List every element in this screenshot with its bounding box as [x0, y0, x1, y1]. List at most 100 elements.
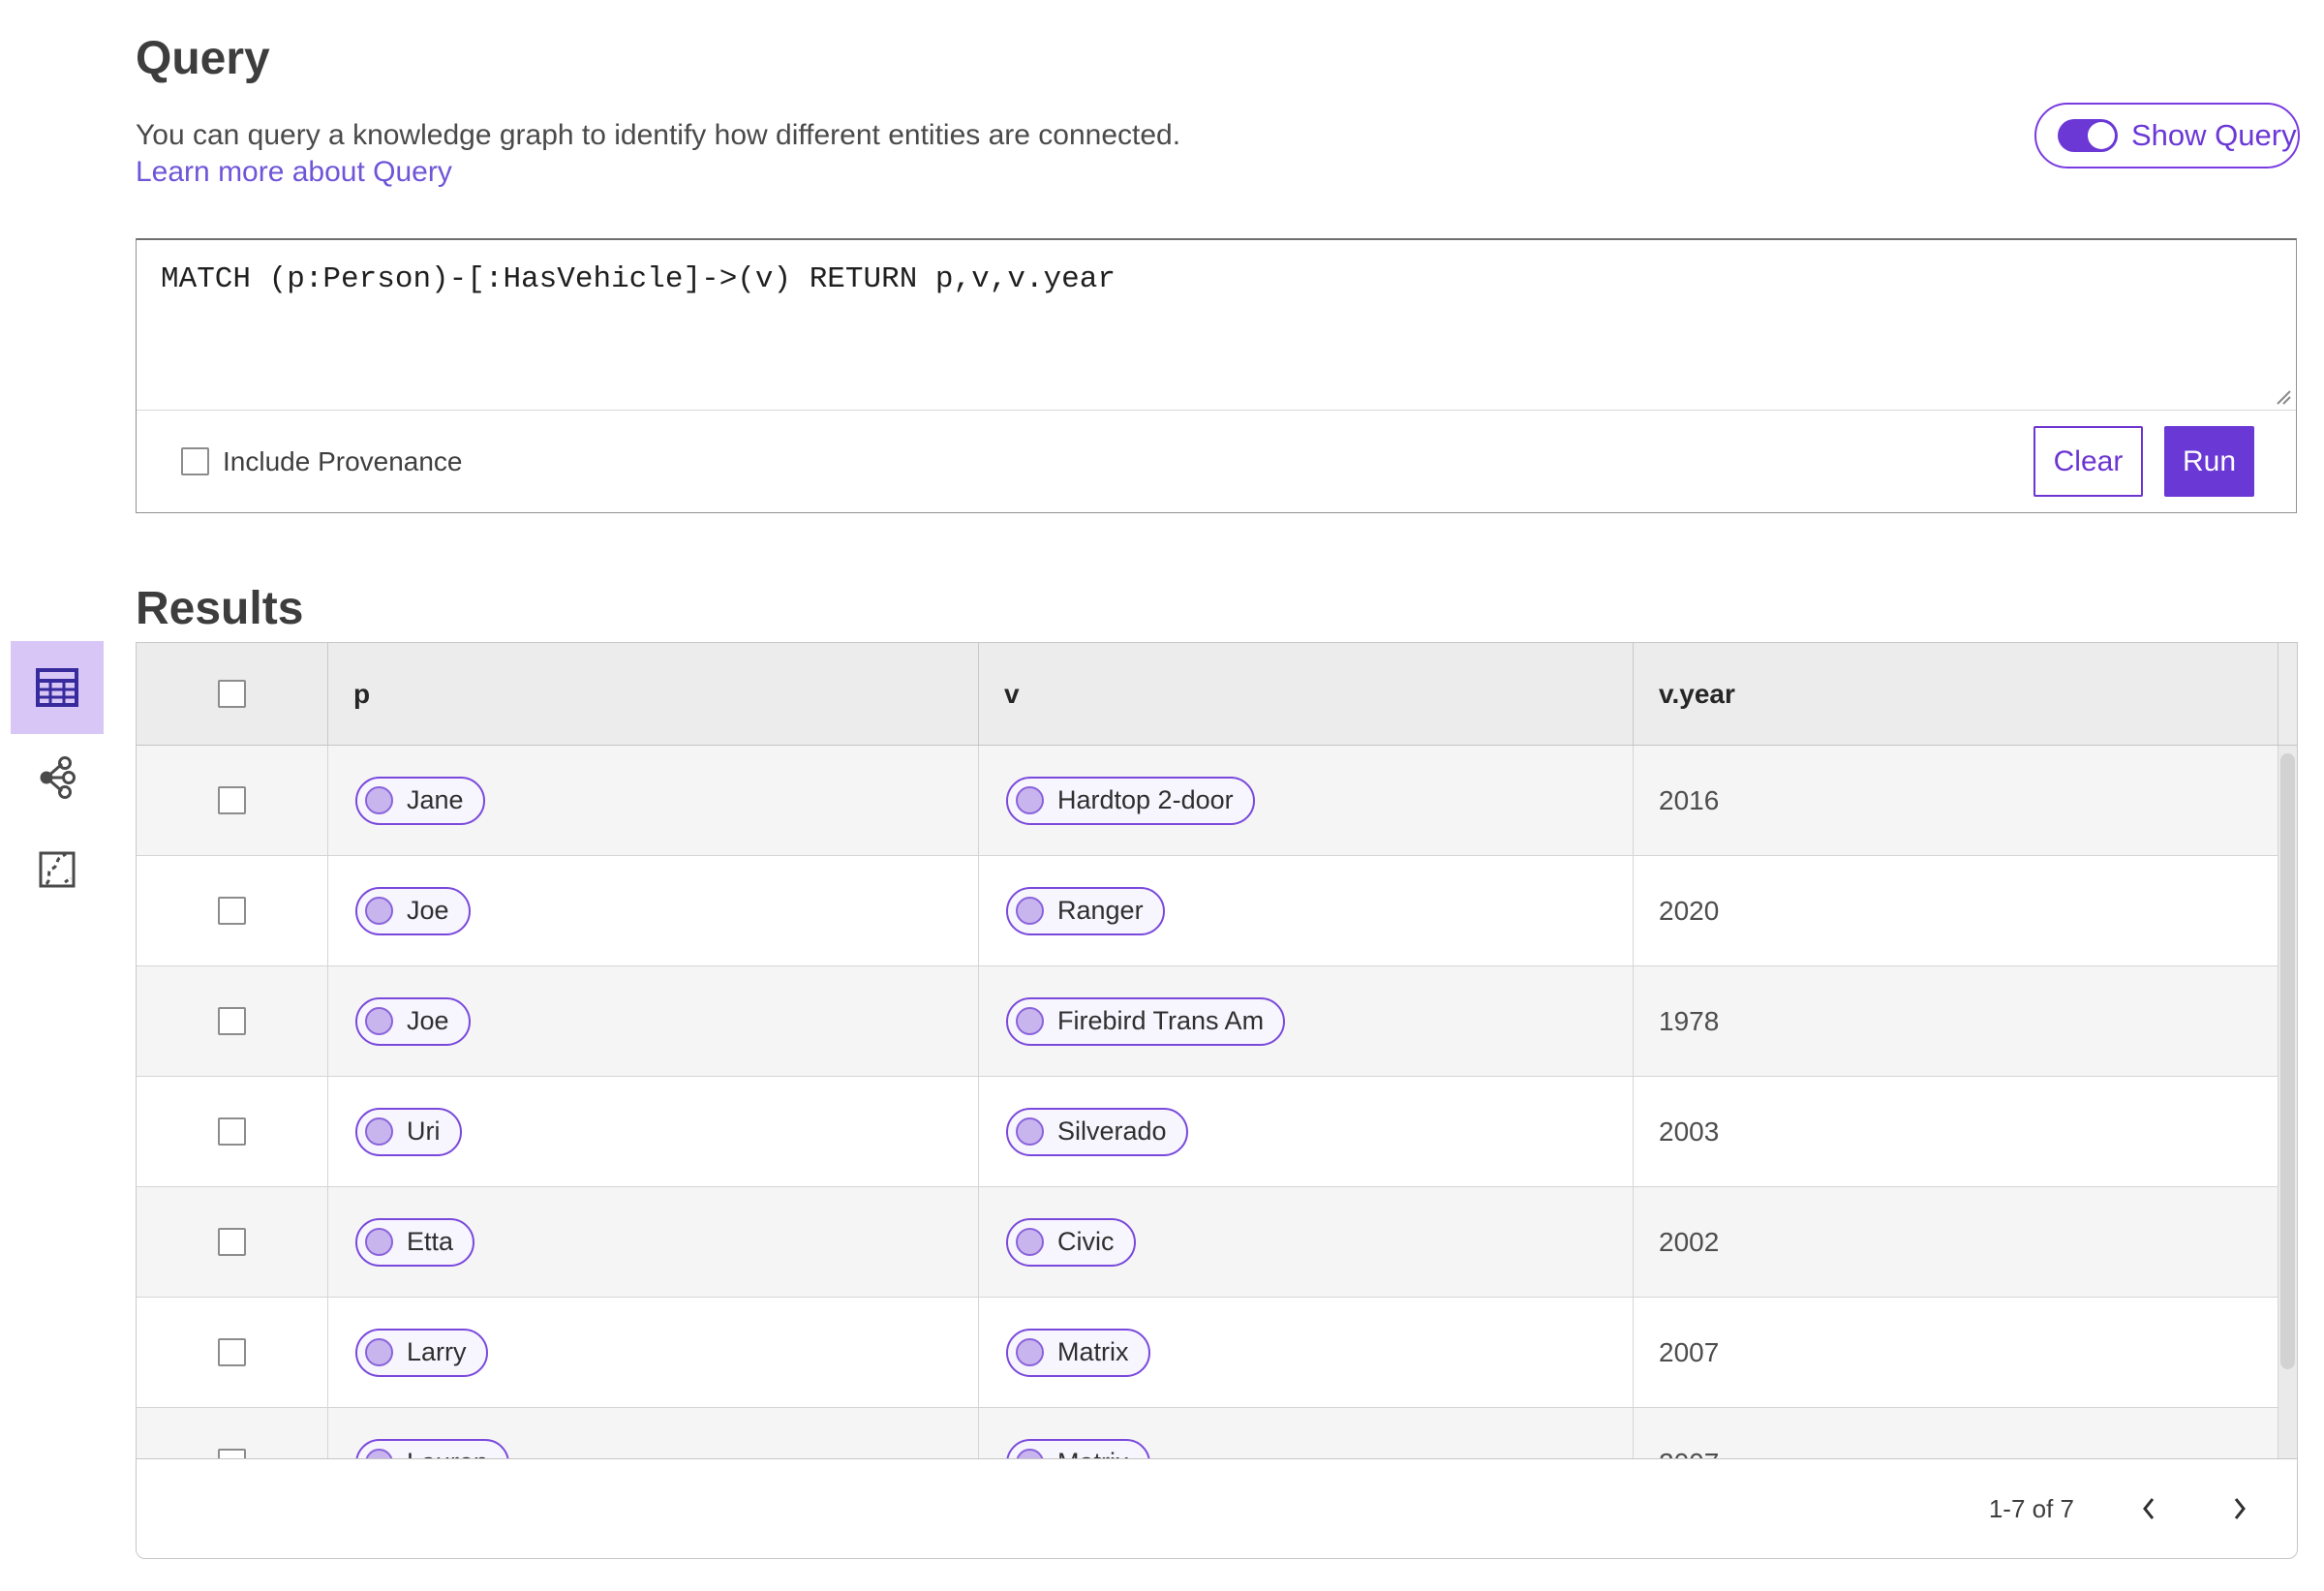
table-row[interactable]: Etta Civic 2002 — [137, 1187, 2278, 1298]
entity-pill-p[interactable]: Etta — [355, 1217, 475, 1267]
entity-pill-p[interactable]: Joe — [355, 886, 471, 935]
entity-pill-v[interactable]: Hardtop 2-door — [1006, 776, 1255, 825]
entity-pill-label: Joe — [407, 1006, 449, 1035]
prev-page-button[interactable] — [2130, 1495, 2167, 1522]
include-provenance-label: Include Provenance — [223, 445, 463, 476]
table-body-rows: Jane Hardtop 2-door 2016 Joe Ranger 2020… — [137, 746, 2278, 1458]
row-checkbox[interactable] — [218, 1449, 246, 1458]
table-footer: 1-7 of 7 — [136, 1458, 2298, 1559]
table-scrollbar[interactable] — [2278, 746, 2297, 1458]
query-actions-row: Include Provenance Clear Run — [137, 411, 2296, 512]
clear-button[interactable]: Clear — [2034, 426, 2143, 497]
year-value: 2007 — [1659, 1336, 1720, 1367]
query-editor: MATCH (p:Person)-[:HasVehicle]->(v) RETU… — [137, 240, 2296, 411]
row-checkbox[interactable] — [218, 1228, 246, 1256]
entity-pill-label: Matrix — [1057, 1337, 1129, 1366]
year-value: 2003 — [1659, 1116, 1720, 1147]
node-icon — [365, 897, 393, 925]
node-icon — [1016, 786, 1044, 814]
query-panel: MATCH (p:Person)-[:HasVehicle]->(v) RETU… — [136, 238, 2297, 513]
column-header-p[interactable]: p — [327, 643, 978, 745]
run-button[interactable]: Run — [2164, 426, 2254, 497]
select-all-checkbox[interactable] — [218, 680, 246, 708]
entity-pill-v[interactable]: Matrix — [1006, 1438, 1150, 1458]
entity-pill-label: Lauren — [407, 1448, 488, 1458]
node-icon — [1016, 1449, 1044, 1458]
results-table: p v v.year Jane Hardtop 2-door 2016 Joe … — [136, 642, 2298, 1559]
node-icon — [1016, 1228, 1044, 1256]
toggle-knob — [2088, 122, 2115, 149]
entity-pill-label: Civic — [1057, 1227, 1115, 1256]
node-icon — [1016, 1338, 1044, 1366]
entity-pill-label: Matrix — [1057, 1448, 1129, 1458]
pagination-range-label: 1-7 of 7 — [1988, 1493, 2074, 1523]
map-icon — [39, 851, 76, 888]
table-row[interactable]: Jane Hardtop 2-door 2016 — [137, 746, 2278, 856]
row-checkbox[interactable] — [218, 1007, 246, 1035]
row-checkbox[interactable] — [218, 786, 246, 814]
next-page-button[interactable] — [2221, 1495, 2258, 1522]
entity-pill-label: Jane — [407, 785, 464, 814]
entity-pill-label: Ranger — [1057, 896, 1144, 925]
table-row[interactable]: Joe Ranger 2020 — [137, 856, 2278, 966]
column-header-vyear[interactable]: v.year — [1633, 643, 2278, 745]
row-checkbox[interactable] — [218, 1117, 246, 1146]
entity-pill-v[interactable]: Matrix — [1006, 1328, 1150, 1377]
entity-pill-label: Uri — [407, 1117, 441, 1146]
chevron-right-icon — [2234, 1498, 2246, 1519]
entity-pill-v[interactable]: Silverado — [1006, 1107, 1188, 1156]
node-icon — [1016, 1117, 1044, 1146]
entity-pill-p[interactable]: Uri — [355, 1107, 462, 1156]
network-graph-icon — [40, 756, 76, 799]
entity-pill-label: Joe — [407, 896, 449, 925]
toggle-switch-icon[interactable] — [2058, 119, 2118, 152]
entity-pill-p[interactable]: Lauren — [355, 1438, 510, 1458]
include-provenance-checkbox[interactable] — [181, 447, 209, 475]
table-row[interactable]: Uri Silverado 2003 — [137, 1077, 2278, 1187]
table-row[interactable]: Lauren Matrix 2007 — [137, 1408, 2278, 1458]
node-icon — [365, 1449, 393, 1458]
page-description: You can query a knowledge graph to ident… — [136, 119, 1181, 151]
node-icon — [365, 786, 393, 814]
resize-handle-icon[interactable] — [2272, 385, 2293, 407]
year-value: 2002 — [1659, 1226, 1720, 1257]
scrollbar-thumb[interactable] — [2280, 753, 2295, 1369]
entity-pill-label: Firebird Trans Am — [1057, 1006, 1265, 1035]
graph-view-button[interactable] — [11, 731, 104, 824]
entity-pill-v[interactable]: Ranger — [1006, 886, 1165, 935]
query-input[interactable]: MATCH (p:Person)-[:HasVehicle]->(v) RETU… — [137, 240, 2296, 410]
node-icon — [365, 1007, 393, 1035]
entity-pill-p[interactable]: Joe — [355, 996, 471, 1046]
learn-more-link[interactable]: Learn more about Query — [136, 155, 452, 190]
entity-pill-label: Etta — [407, 1227, 454, 1256]
node-icon — [365, 1228, 393, 1256]
table-view-button[interactable] — [11, 641, 104, 734]
entity-pill-label: Larry — [407, 1337, 467, 1366]
results-heading: Results — [136, 582, 304, 634]
map-view-button[interactable] — [11, 823, 104, 916]
year-value: 1978 — [1659, 1005, 1720, 1036]
header-scroll-stub — [2278, 643, 2297, 745]
year-value: 2020 — [1659, 895, 1720, 926]
row-checkbox[interactable] — [218, 897, 246, 925]
entity-pill-label: Silverado — [1057, 1117, 1167, 1146]
entity-pill-v[interactable]: Firebird Trans Am — [1006, 996, 1286, 1046]
page-title: Query — [136, 33, 270, 85]
row-checkbox[interactable] — [218, 1338, 246, 1366]
table-icon — [36, 668, 78, 707]
show-query-toggle[interactable]: Show Query — [2034, 103, 2300, 168]
year-value: 2016 — [1659, 784, 1720, 815]
chevron-left-icon — [2143, 1498, 2155, 1519]
entity-pill-v[interactable]: Civic — [1006, 1217, 1136, 1267]
node-icon — [365, 1117, 393, 1146]
table-row[interactable]: Larry Matrix 2007 — [137, 1298, 2278, 1408]
node-icon — [365, 1338, 393, 1366]
show-query-label: Show Query — [2131, 118, 2297, 152]
table-body: Jane Hardtop 2-door 2016 Joe Ranger 2020… — [136, 746, 2298, 1458]
column-header-v[interactable]: v — [978, 643, 1633, 745]
year-value: 2007 — [1659, 1448, 1719, 1459]
entity-pill-p[interactable]: Larry — [355, 1328, 488, 1377]
node-icon — [1016, 1007, 1044, 1035]
table-row[interactable]: Joe Firebird Trans Am 1978 — [137, 966, 2278, 1077]
entity-pill-p[interactable]: Jane — [355, 776, 485, 825]
